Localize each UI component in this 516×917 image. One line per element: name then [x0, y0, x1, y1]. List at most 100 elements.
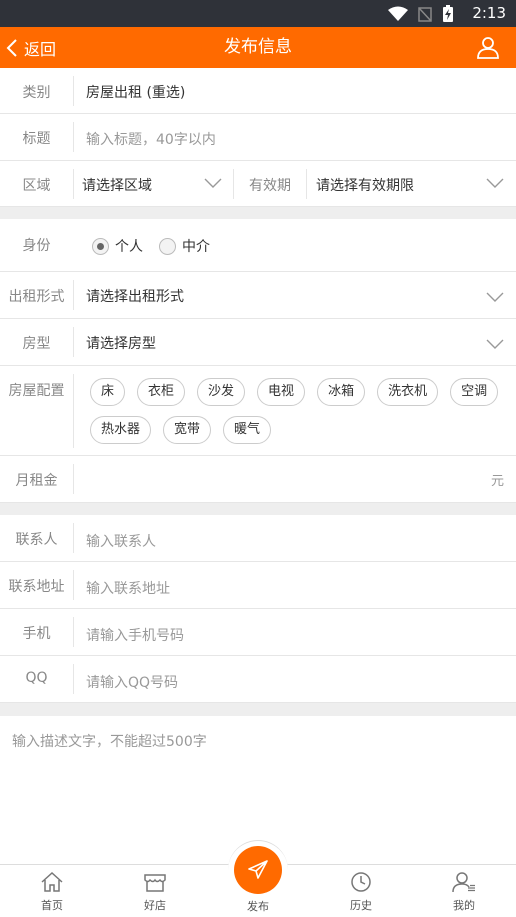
tab-home[interactable]: 首页 [12, 871, 92, 913]
tab-publish-button[interactable] [234, 846, 282, 894]
chevron-down-icon[interactable] [204, 178, 222, 188]
contact-row: 联系人 输入联系人 [0, 515, 516, 562]
home-icon [41, 871, 63, 892]
divider [73, 280, 74, 310]
tab-profile[interactable]: 我的 [424, 871, 504, 913]
status-time: 2:13 [472, 4, 506, 22]
facility-tag[interactable]: 宽带 [163, 416, 212, 444]
facility-tag[interactable]: 冰箱 [317, 378, 366, 406]
user-icon [477, 37, 499, 59]
rent-type-row[interactable]: 出租形式 请选择出租形式 [0, 272, 516, 319]
facility-tag[interactable]: 空调 [450, 378, 499, 406]
facility-tag-list: 床 衣柜 沙发 电视 冰箱 洗衣机 空调 热水器 宽带 暖气 [90, 378, 506, 444]
address-label: 联系地址 [8, 579, 65, 595]
rent-row: 月租金 元 [0, 456, 516, 503]
address-row: 联系地址 输入联系地址 [0, 562, 516, 609]
house-type-select[interactable]: 请选择房型 [86, 333, 156, 353]
house-type-row[interactable]: 房型 请选择房型 [0, 319, 516, 366]
wifi-icon [388, 6, 408, 21]
chevron-down-icon[interactable] [486, 178, 504, 188]
contact-label: 联系人 [15, 532, 58, 548]
category-value[interactable]: 房屋出租 (重选) [86, 82, 185, 102]
area-validity-row: 区域 请选择区域 有效期 请选择有效期限 [0, 161, 516, 207]
rent-input[interactable] [80, 462, 480, 496]
clock-icon [351, 872, 371, 892]
rent-label: 月租金 [15, 473, 58, 489]
qq-label: QQ [25, 670, 48, 686]
title-input[interactable]: 输入标题，40字以内 [86, 129, 216, 149]
battery-charging-icon [443, 5, 453, 22]
no-signal-icon [418, 7, 432, 22]
category-row[interactable]: 类别 房屋出租 (重选) [0, 68, 516, 114]
divider [73, 122, 74, 152]
validity-select[interactable]: 请选择有效期限 [316, 175, 414, 195]
tab-shop[interactable]: 好店 [115, 871, 195, 913]
facility-tag[interactable]: 床 [90, 378, 126, 406]
category-label: 类别 [22, 85, 51, 101]
phone-input[interactable]: 请输入手机号码 [86, 625, 184, 645]
house-type-label: 房型 [22, 336, 51, 352]
divider [73, 327, 74, 357]
tab-label: 历史 [350, 899, 372, 912]
facilities-row: 房屋配置 床 衣柜 沙发 电视 冰箱 洗衣机 空调 热水器 宽带 暖气 [0, 366, 516, 456]
divider [306, 169, 307, 199]
publish-form: 类别 房屋出租 (重选) 标题 输入标题，40字以内 区域 请选择区域 有效期 … [0, 68, 516, 703]
divider [73, 570, 74, 600]
page-title: 发布信息 [224, 37, 292, 57]
divider [73, 169, 74, 199]
send-icon [248, 860, 268, 879]
identity-row: 身份 个人 中介 [0, 219, 516, 272]
divider [73, 76, 74, 106]
section-gap [0, 207, 516, 219]
rent-unit: 元 [490, 474, 504, 489]
radio-label: 中介 [182, 239, 210, 255]
tab-label: 发布 [247, 900, 269, 913]
shop-icon [144, 874, 166, 892]
divider [73, 523, 74, 553]
identity-personal-radio[interactable]: 个人 [92, 236, 143, 256]
validity-label: 有效期 [249, 178, 291, 194]
status-bar: 2:13 [0, 0, 516, 27]
phone-row: 手机 请输入手机号码 [0, 609, 516, 656]
facility-tag[interactable]: 电视 [257, 378, 306, 406]
tab-label: 好店 [144, 899, 166, 912]
divider [73, 374, 74, 448]
description-placeholder: 输入描述文字，不能超过500字 [12, 734, 207, 750]
radio-checked-icon [92, 237, 109, 255]
tab-history[interactable]: 历史 [321, 871, 401, 913]
radio-label: 个人 [115, 239, 143, 255]
facility-tag[interactable]: 衣柜 [137, 378, 186, 406]
tab-label: 我的 [453, 899, 475, 912]
facility-tag[interactable]: 洗衣机 [377, 378, 439, 406]
phone-label: 手机 [22, 626, 51, 642]
chevron-down-icon[interactable] [486, 339, 504, 349]
identity-agent-radio[interactable]: 中介 [159, 236, 210, 256]
status-icons [388, 5, 454, 23]
divider [73, 617, 74, 647]
facilities-label: 房屋配置 [8, 383, 65, 399]
address-input[interactable]: 输入联系地址 [86, 578, 170, 598]
user-button[interactable] [476, 35, 500, 63]
divider [73, 664, 74, 694]
qq-input[interactable]: 请输入QQ号码 [86, 672, 178, 692]
radio-unchecked-icon [159, 237, 176, 255]
app-header: 返回 发布信息 [0, 27, 516, 68]
area-select[interactable]: 请选择区域 [82, 175, 152, 195]
divider [233, 169, 234, 199]
section-gap [0, 503, 516, 515]
facility-tag[interactable]: 暖气 [223, 416, 272, 444]
divider [73, 464, 74, 494]
tab-label: 首页 [41, 899, 63, 912]
contact-input[interactable]: 输入联系人 [86, 531, 156, 551]
rent-type-label: 出租形式 [8, 289, 65, 305]
area-label: 区域 [22, 178, 51, 194]
qq-row: QQ 请输入QQ号码 [0, 656, 516, 703]
identity-label: 身份 [22, 238, 51, 254]
title-label: 标题 [22, 131, 51, 147]
rent-type-select[interactable]: 请选择出租形式 [86, 286, 184, 306]
facility-tag[interactable]: 沙发 [197, 378, 246, 406]
chevron-down-icon[interactable] [486, 292, 504, 302]
title-row: 标题 输入标题，40字以内 [0, 114, 516, 161]
profile-icon [452, 872, 475, 893]
facility-tag[interactable]: 热水器 [90, 416, 152, 444]
